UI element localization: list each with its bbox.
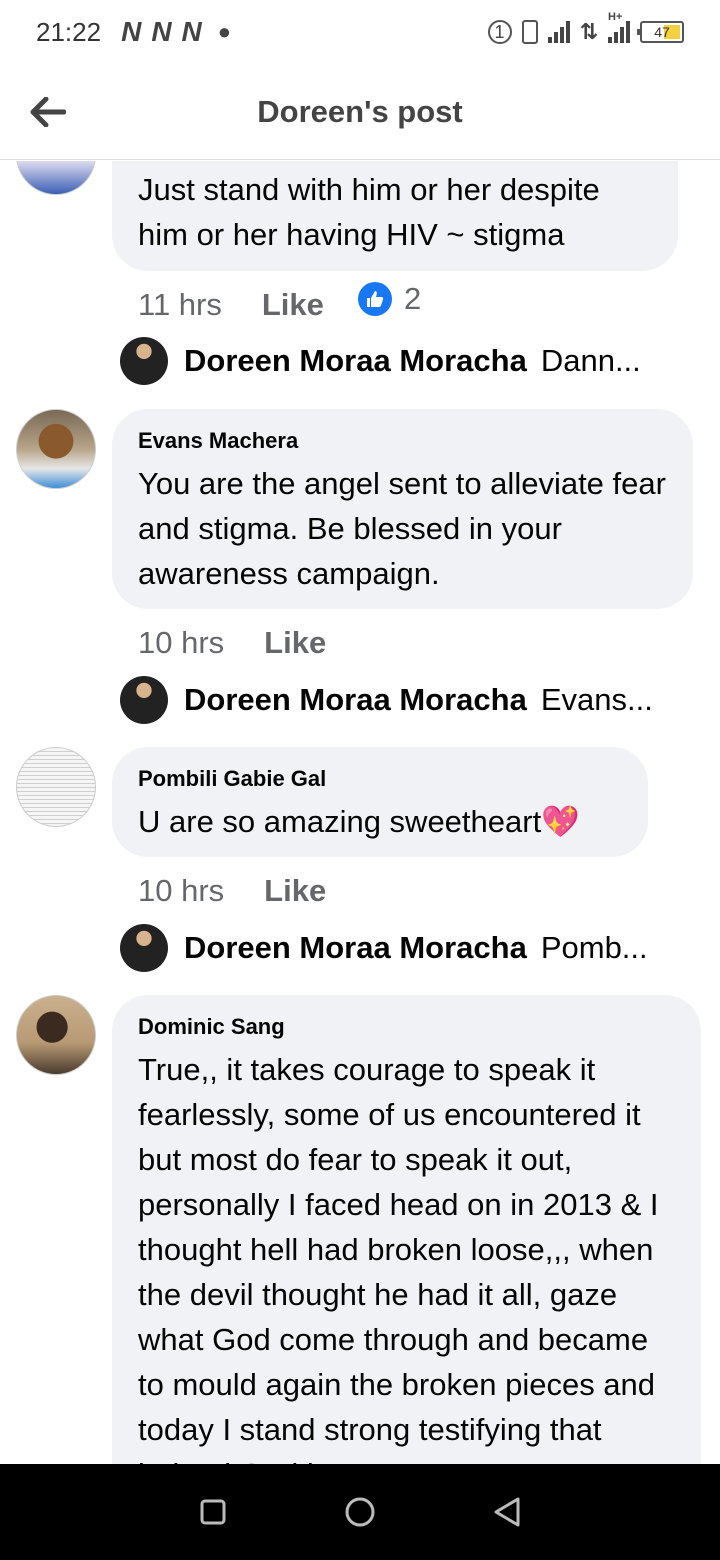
vibrate-icon [521,20,538,44]
status-time: 21:22 [36,16,102,47]
system-nav-bar [0,1464,720,1560]
reply-author-name: Doreen Moraa Moracha [184,682,527,717]
circle-icon [345,1497,375,1527]
notification-n-icon: N [181,16,202,47]
like-button[interactable]: Like [264,873,326,909]
comment-meta: 11 hrs Like [138,287,324,323]
network-type-label: H+ [608,11,623,23]
back-button[interactable] [28,92,68,132]
arrow-left-icon [30,97,66,127]
comment-meta: 10 hrs Like [138,625,326,661]
comment-author[interactable]: Evans Machera [138,427,667,455]
square-icon [200,1499,226,1525]
page-title: Doreen's post [257,93,463,129]
reply-snippet: Evans... [540,682,653,717]
reply-preview[interactable]: Doreen Moraa Moracha Evans... [120,676,653,724]
comment-bubble[interactable]: Dominic Sang True,, it takes courage to … [112,995,701,1464]
reply-snippet: Pomb... [540,930,648,965]
app-header: Doreen's post [0,64,720,160]
notification-n-icon: N [151,16,171,47]
status-bar: 21:22 N N N ● 1 ⇅ H+ 47 [0,0,720,64]
home-button[interactable] [340,1492,380,1532]
triangle-back-icon [494,1497,520,1527]
signal-h-plus-icon: H+ [608,11,630,43]
system-icons: 1 ⇅ H+ 47 [487,0,684,64]
reply-preview[interactable]: Doreen Moraa Moracha Dann... [120,337,641,385]
comment-text: Just stand with him or her despite him o… [138,172,600,252]
comment-author[interactable]: Pombili Gabie Gal [138,765,622,793]
comment-time[interactable]: 11 hrs [138,287,222,323]
reaction-count: 2 [404,281,422,316]
data-saver-icon: 1 [487,20,512,44]
commenter-avatar[interactable] [16,747,96,827]
reply-preview[interactable]: Doreen Moraa Moracha Pomb... [120,924,648,972]
commenter-avatar[interactable] [16,161,96,195]
signal-icon [547,21,570,43]
comment-text: You are the angel sent to alleviate fear… [138,466,666,591]
back-nav-button[interactable] [487,1492,527,1532]
recents-button[interactable] [193,1492,233,1532]
comment-text: True,, it takes courage to speak it fear… [138,1052,659,1464]
more-notifications-dot-icon: ● [217,19,232,44]
like-button[interactable]: Like [262,287,324,323]
comment-bubble[interactable]: Just stand with him or her despite him o… [112,161,678,271]
comment-text: U are so amazing sweetheart💖 [138,804,580,839]
battery-icon: 47 [637,21,684,43]
reply-author-name: Doreen Moraa Moracha [184,343,527,378]
commenter-avatar[interactable] [16,409,96,489]
data-transfer-icon: ⇅ [579,19,598,44]
commenter-avatar[interactable] [16,995,96,1075]
reply-snippet: Dann... [540,343,641,378]
notification-icons: N N N ● [121,16,231,48]
comments-list[interactable]: Just stand with him or her despite him o… [0,161,720,1464]
comment-bubble[interactable]: Pombili Gabie Gal U are so amazing sweet… [112,747,648,857]
reaction-summary[interactable]: 2 [358,281,421,317]
comment-meta: 10 hrs Like [138,873,326,909]
thumbs-up-icon [358,282,392,316]
like-button[interactable]: Like [264,625,326,661]
comment-time[interactable]: 10 hrs [138,873,224,909]
comment-bubble[interactable]: Evans Machera You are the angel sent to … [112,409,693,609]
reply-author-name: Doreen Moraa Moracha [184,930,527,965]
battery-level: 47 [654,24,670,40]
comment-author[interactable]: Dominic Sang [138,1013,675,1041]
comment-time[interactable]: 10 hrs [138,625,224,661]
notification-n-icon: N [121,16,141,47]
